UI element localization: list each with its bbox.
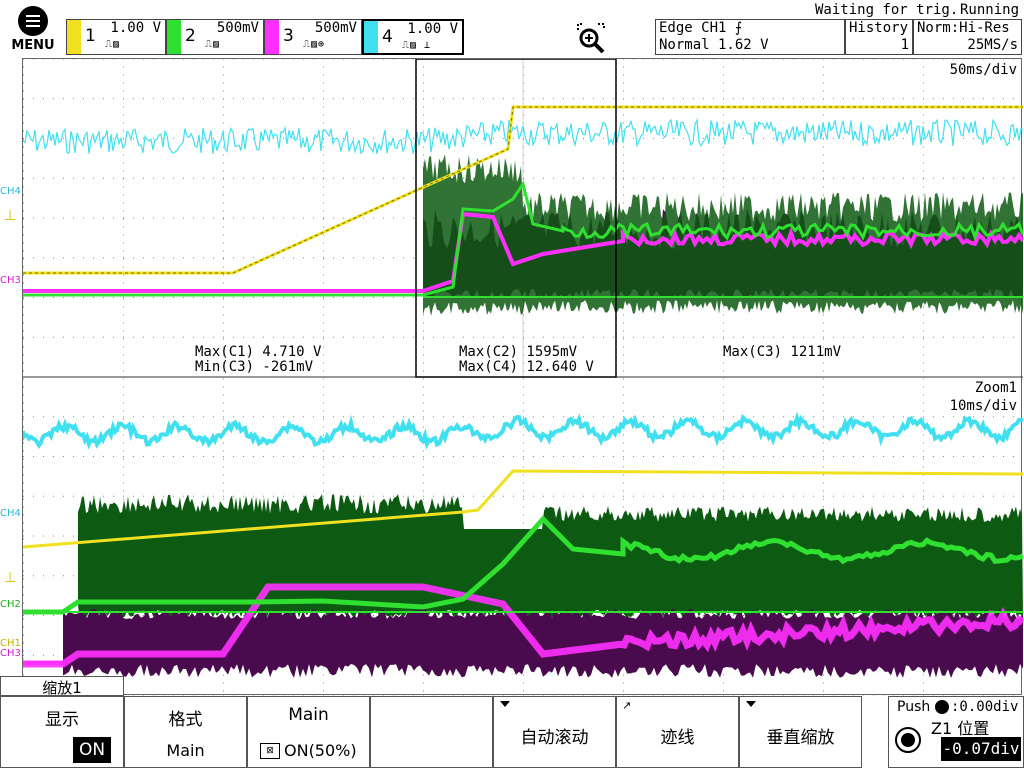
channel-4-swatch [364, 21, 378, 53]
knob-icon [895, 727, 921, 753]
measurement-1-line1: Max(C1) 4.710 V [195, 344, 322, 360]
zoom-menu-tab: 缩放1 [0, 676, 124, 697]
position-value: -0.07div [941, 737, 1021, 761]
reset-icon [935, 700, 949, 714]
acquisition-info[interactable]: Norm:Hi-Res 25MS/s [913, 19, 1022, 55]
ch4-trace-zoom [23, 411, 1023, 450]
measurement-3: Max(C3) 1211mV [723, 345, 841, 360]
submenu-arrow-icon [746, 701, 756, 707]
ch3-marker-zoom: CH3 [0, 648, 21, 659]
channel-2-swatch [167, 20, 181, 54]
main-softkey-title: Main [288, 705, 329, 725]
auto-scroll-softkey[interactable]: 自动滚动 [493, 696, 616, 768]
channel-3-number: 3 [283, 26, 294, 46]
menu-button[interactable]: MENU [6, 4, 60, 56]
ch1-trigger-marker-zoom: ⊥ [4, 570, 17, 586]
position-knob-panel[interactable]: Push :0.00div Z1 位置 -0.07div [888, 696, 1024, 768]
channel-1-swatch [67, 20, 81, 54]
format-softkey[interactable]: 格式 Main [124, 696, 247, 768]
menu-label: MENU [11, 38, 55, 53]
ch3-envelope-zoom [63, 609, 1023, 678]
channel-3-coupling-icon: ⎍▨⊕ [303, 39, 326, 50]
zoom-window-label: Zoom1 [974, 380, 1017, 396]
channel-4-coupling-icon: ⎍▨ ⊥ [402, 40, 432, 51]
history-label: History [849, 20, 909, 36]
main-timebase: 50ms/div [949, 62, 1017, 78]
trigger-status: Waiting for trig. [815, 2, 959, 18]
channel-3-settings[interactable]: 3 500mV ⎍▨⊕ [264, 19, 362, 55]
trigger-type: Edge CH1 ⨍ [659, 20, 743, 36]
measurement-1-line2: Min(C3) -261mV [195, 359, 314, 375]
auto-scroll-label: 自动滚动 [520, 728, 589, 748]
channel-1-coupling-icon: ⎍▨ [105, 39, 121, 50]
push-value: :0.00div [951, 699, 1019, 715]
channel-1-scale: 1.00 V [110, 20, 161, 36]
channel-2-scale: 500mV [216, 20, 259, 36]
trigger-level: Normal 1.62 V [659, 37, 769, 53]
channel-1-settings[interactable]: 1 1.00 V ⎍▨ [66, 19, 166, 55]
main-window-softkey[interactable]: Main ON(50%) ⊠ [247, 696, 370, 768]
submenu-arrow-icon [500, 701, 510, 707]
zoom-search-icon[interactable] [574, 20, 608, 54]
zoom-timebase: 10ms/div [949, 398, 1017, 414]
channel-4-settings[interactable]: 4 1.00 V ⎍▨ ⊥ [362, 19, 464, 55]
ch1-trigger-marker-main: ⊥ [4, 208, 17, 224]
main-softkey-value: ON(50%) [284, 741, 357, 760]
sample-rate: 25MS/s [967, 37, 1018, 53]
trace-label: 迹线 [660, 728, 695, 748]
history-info[interactable]: History 1 [845, 19, 913, 55]
channel-3-scale: 500mV [314, 20, 357, 36]
format-softkey-title: 格式 [168, 710, 203, 730]
vertical-zoom-softkey[interactable]: 垂直缩放 [739, 696, 862, 768]
channel-2-settings[interactable]: 2 500mV ⎍▨ [166, 19, 264, 55]
run-status: Running [960, 2, 1020, 18]
position-title: Z1 位置 [931, 719, 990, 738]
channel-4-scale: 1.00 V [407, 21, 458, 37]
measurement-2-line1: Max(C2) 1595mV [459, 344, 578, 360]
main-window-icon: ⊠ [260, 743, 280, 759]
external-link-icon: ↗ [622, 699, 632, 712]
ch3-marker-main: CH3 [0, 275, 21, 286]
waveform-canvas [23, 59, 1023, 696]
measurement-1: Max(C1) 4.710 V Min(C3) -261mV [195, 345, 321, 375]
vertical-zoom-label: 垂直缩放 [766, 728, 835, 748]
ch4-marker-main: CH4 [0, 186, 21, 197]
menu-icon [18, 6, 48, 36]
acquisition-mode: Norm:Hi-Res [917, 20, 1010, 36]
measurement-2: Max(C2) 1595mV Max(C4) 12.640 V [459, 345, 594, 375]
display-on-value: ON [73, 737, 111, 763]
history-value: 1 [900, 37, 909, 53]
format-softkey-value: Main [166, 741, 205, 760]
channel-3-swatch [265, 20, 279, 54]
measurement-2-line2: Max(C4) 12.640 V [459, 359, 594, 375]
ch2-marker-zoom: CH2 [0, 599, 21, 610]
trace-softkey[interactable]: ↗ 迹线 [616, 696, 739, 768]
channel-4-number: 4 [382, 27, 393, 47]
display-softkey[interactable]: 显示 ON [0, 696, 124, 768]
channel-1-number: 1 [85, 26, 96, 46]
channel-2-number: 2 [185, 26, 196, 46]
measurement-3-line1: Max(C3) 1211mV [723, 344, 842, 360]
push-label: Push [897, 699, 931, 715]
waveform-display[interactable]: 50ms/div Zoom1 10ms/div Max(C1) 4.710 V … [22, 58, 1023, 696]
trigger-info[interactable]: Edge CH1 ⨍ Normal 1.62 V [655, 19, 845, 55]
channel-2-coupling-icon: ⎍▨ [205, 39, 221, 50]
blank-softkey[interactable] [370, 696, 493, 768]
display-softkey-title: 显示 [45, 710, 79, 730]
ch4-marker-zoom: CH4 [0, 508, 21, 519]
